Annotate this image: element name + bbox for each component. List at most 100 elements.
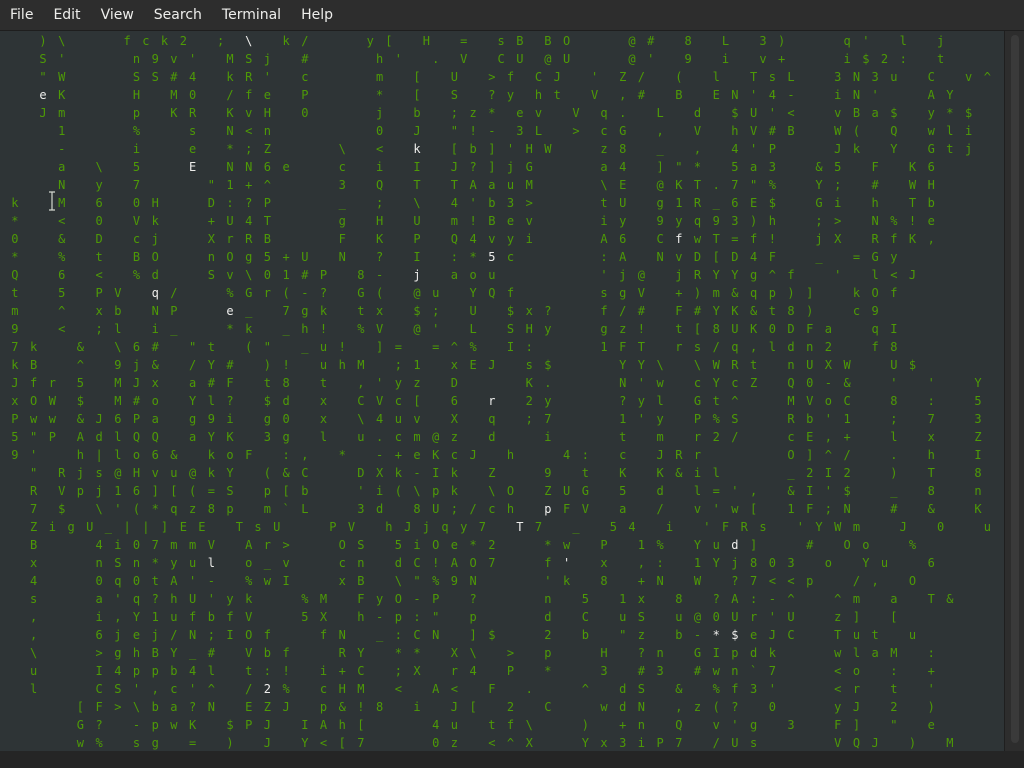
window-bottom-edge [0,751,1024,768]
matrix-glyph: U [189,592,196,606]
matrix-glyph: s [498,34,505,48]
matrix-glyph: P [49,430,56,444]
matrix-glyph: d [619,682,626,696]
matrix-glyph: H [526,142,533,156]
matrix-glyph: ? [470,160,477,174]
matrix-glyph: g [301,304,308,318]
matrix-glyph: h [170,592,177,606]
matrix-glyph: C [535,70,542,84]
matrix-glyph: p [133,106,140,120]
matrix-glyph: G [872,250,879,264]
matrix-glyph: F [722,520,729,534]
matrix-glyph: T [638,340,645,354]
matrix-glyph: x [600,736,607,750]
matrix-glyph: I [96,664,103,678]
matrix-glyph: \ [96,160,103,174]
matrix-glyph: R [694,196,702,210]
matrix-glyph: 2 [713,430,720,444]
menu-help[interactable]: Help [291,0,343,30]
matrix-glyph: ! [357,700,364,714]
matrix-glyph: j [965,142,972,156]
matrix-glyph: p [544,646,551,660]
matrix-glyph: I [413,250,420,264]
matrix-glyph: & [946,592,954,606]
menu-file[interactable]: File [0,0,43,30]
matrix-glyph: k [320,304,328,318]
matrix-glyph: ) [226,736,233,750]
matrix-glyph: # [301,52,309,66]
matrix-glyph: K [731,304,739,318]
matrix-glyph: X [208,232,216,246]
matrix-glyph: 2 [544,628,551,642]
matrix-glyph: * [152,556,159,570]
matrix-glyph: m [713,286,720,300]
matrix-glyph: b [582,628,589,642]
scrollbar-thumb[interactable] [1011,35,1019,743]
matrix-glyph: ] [470,628,477,642]
matrix-glyph: O [432,538,439,552]
matrix-glyph: N [657,250,664,264]
matrix-glyph: ? [619,394,626,408]
matrix-glyph: , [928,232,935,246]
matrix-glyph: _ [657,142,665,156]
matrix-glyph: u [395,412,402,426]
matrix-glyph: ' [600,268,607,282]
matrix-glyph: ] [853,610,860,624]
matrix-glyph: d [657,484,664,498]
matrix-glyph: j [376,106,383,120]
menu-bar: File Edit View Search Terminal Help [0,0,1024,31]
matrix-glyph: M [946,736,953,750]
matrix-glyph: J [872,736,879,750]
matrix-glyph: Y [357,646,365,660]
matrix-glyph: ' [376,376,383,390]
matrix-glyph: : [928,394,935,408]
matrix-glyph: ? [376,250,383,264]
matrix-glyph: @ [638,268,645,282]
matrix-glyph: 5 [58,286,65,300]
matrix-glyph: B [133,250,140,264]
scrollbar[interactable] [1004,31,1024,751]
matrix-glyph: Y [208,430,216,444]
matrix-glyph: ; [825,502,832,516]
matrix-glyph: y [395,376,402,390]
menu-view[interactable]: View [91,0,144,30]
matrix-glyph: ? [152,592,159,606]
matrix-glyph: 4 [750,250,757,264]
matrix-glyph: i [114,538,121,552]
terminal-output[interactable]: )\fck2;\k/y[H=sBBO@#8L3)q'lj)S'n9v'MSj#h… [0,31,1004,751]
matrix-glyph: d [152,268,159,282]
matrix-glyph: Q [890,124,897,138]
matrix-glyph: : [928,646,935,660]
matrix-glyph: u [909,628,916,642]
matrix-glyph: M [114,376,121,390]
matrix-glyph: k [245,322,253,336]
menu-terminal[interactable]: Terminal [212,0,291,30]
matrix-glyph: + [638,574,645,588]
matrix-glyph: ] [488,142,495,156]
matrix-glyph: / [170,628,177,642]
matrix-glyph: [ [385,34,392,48]
matrix-glyph: ? [638,646,645,660]
matrix-glyph: M [170,88,177,102]
matrix-glyph: c [395,394,402,408]
matrix-glyph: I [301,718,308,732]
matrix-glyph: J [451,160,458,174]
matrix-glyph: G [582,484,589,498]
matrix-glyph: * [488,106,495,120]
matrix-glyph: U [413,214,420,228]
matrix-glyph: n [133,556,140,570]
menu-search[interactable]: Search [144,0,212,30]
matrix-glyph: B [30,358,37,372]
matrix-glyph: s [526,358,533,372]
matrix-glyph: g [339,214,346,228]
matrix-glyph: " [675,160,682,174]
matrix-glyph: p [264,484,271,498]
menu-edit[interactable]: Edit [43,0,90,30]
matrix-glyph: 8 [890,394,897,408]
matrix-glyph: x [451,358,458,372]
matrix-glyph: 2 [526,394,533,408]
matrix-glyph: ) [806,304,813,318]
matrix-glyph: ' [825,484,832,498]
matrix-glyph: U [86,520,93,534]
matrix-glyph: ] [853,718,860,732]
